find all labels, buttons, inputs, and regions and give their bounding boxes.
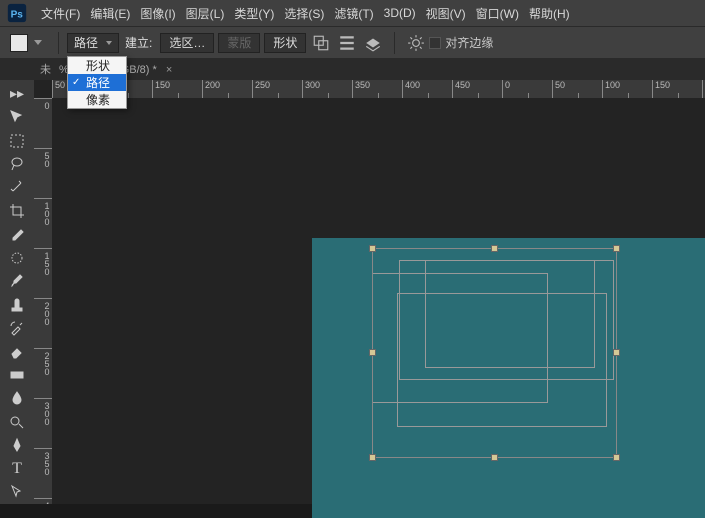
- tab-prefix: 未: [40, 61, 51, 77]
- transform-handle[interactable]: [369, 245, 376, 252]
- ruler-tick: 300: [34, 398, 52, 448]
- menu-select[interactable]: 选择(S): [279, 5, 329, 22]
- blur-tool-icon[interactable]: [3, 388, 31, 409]
- path-ops-icon[interactable]: [312, 34, 330, 52]
- dropdown-item-path[interactable]: ✓路径: [68, 74, 126, 91]
- menu-edit[interactable]: 编辑(E): [85, 5, 135, 22]
- type-tool-icon[interactable]: T: [3, 458, 31, 479]
- menu-window[interactable]: 窗口(W): [471, 5, 524, 22]
- eyedropper-tool-icon[interactable]: [3, 224, 31, 245]
- menu-help[interactable]: 帮助(H): [524, 5, 575, 22]
- transform-handle[interactable]: [613, 454, 620, 461]
- stamp-tool-icon[interactable]: [3, 294, 31, 315]
- mode-dropdown-menu: 形状 ✓路径 像素: [67, 56, 127, 109]
- options-bar: 路径 建立: 选区… 蒙版 形状 对齐边缘: [0, 26, 705, 58]
- ruler-tick: 350: [34, 448, 52, 498]
- menu-bar: Ps 文件(F) 编辑(E) 图像(I) 图层(L) 类型(Y) 选择(S) 滤…: [0, 0, 705, 26]
- brush-tool-icon[interactable]: [3, 271, 31, 292]
- arrange-icon[interactable]: [364, 34, 382, 52]
- marquee-tool-icon[interactable]: [3, 130, 31, 151]
- separator: [394, 32, 395, 54]
- path-select-tool-icon[interactable]: [3, 481, 31, 502]
- move-tool-icon[interactable]: [3, 106, 31, 127]
- dodge-tool-icon[interactable]: [3, 411, 31, 432]
- transform-handle[interactable]: [369, 454, 376, 461]
- transform-handle[interactable]: [369, 349, 376, 356]
- tool-panel: ▸▸ T: [0, 80, 34, 504]
- menu-view[interactable]: 视图(V): [421, 5, 471, 22]
- ruler-tick: 300: [302, 80, 352, 98]
- dropdown-item-shape[interactable]: 形状: [68, 57, 126, 74]
- align-edges-label: 对齐边缘: [445, 34, 493, 51]
- ruler-tick: 150: [652, 80, 702, 98]
- mask-button[interactable]: 蒙版: [218, 33, 260, 53]
- menu-3d[interactable]: 3D(D): [379, 6, 421, 20]
- close-icon[interactable]: ×: [166, 64, 172, 76]
- horizontal-ruler[interactable]: 50 100 150 200 250 300 350 400 450 0 50 …: [52, 80, 705, 98]
- tool-preset-icon[interactable]: [10, 34, 28, 52]
- align-edges-checkbox[interactable]: [429, 37, 441, 49]
- separator: [58, 32, 59, 54]
- transform-handle[interactable]: [613, 349, 620, 356]
- svg-text:Ps: Ps: [11, 10, 24, 21]
- ruler-tick: 150: [34, 248, 52, 298]
- transform-handle[interactable]: [491, 245, 498, 252]
- menu-image[interactable]: 图像(I): [135, 5, 180, 22]
- gradient-tool-icon[interactable]: [3, 364, 31, 385]
- align-icon[interactable]: [338, 34, 356, 52]
- ruler-tick: 150: [152, 80, 202, 98]
- document-canvas[interactable]: [312, 238, 705, 518]
- menu-layer[interactable]: 图层(L): [181, 5, 230, 22]
- ruler-tick: 400: [402, 80, 452, 98]
- heal-tool-icon[interactable]: [3, 247, 31, 268]
- mode-dropdown[interactable]: 路径: [67, 33, 119, 53]
- history-brush-tool-icon[interactable]: [3, 317, 31, 338]
- gear-icon[interactable]: [407, 34, 425, 52]
- build-label: 建立:: [125, 34, 152, 51]
- transform-handle[interactable]: [491, 454, 498, 461]
- mode-dropdown-label: 路径: [74, 34, 98, 51]
- expand-icon[interactable]: ▸▸: [3, 83, 31, 104]
- menu-file[interactable]: 文件(F): [36, 5, 85, 22]
- selection-bounding-box[interactable]: [372, 248, 617, 458]
- ruler-tick: 100: [602, 80, 652, 98]
- ruler-tick: 200: [34, 298, 52, 348]
- ruler-tick: 250: [252, 80, 302, 98]
- check-icon: ✓: [72, 77, 80, 88]
- pen-tool-icon[interactable]: [3, 435, 31, 456]
- ruler-tick: 350: [352, 80, 402, 98]
- ruler-tick: 100: [34, 198, 52, 248]
- wand-tool-icon[interactable]: [3, 177, 31, 198]
- ruler-tick: 50: [552, 80, 602, 98]
- ruler-tick: 0: [502, 80, 552, 98]
- menu-type[interactable]: 类型(Y): [229, 5, 279, 22]
- vertical-ruler[interactable]: 0 50 100 150 200 250 300 350 400: [34, 98, 52, 504]
- ruler-tick: 200: [202, 80, 252, 98]
- canvas-viewport[interactable]: [52, 98, 705, 504]
- tool-preset-arrow-icon[interactable]: [34, 40, 42, 45]
- lasso-tool-icon[interactable]: [3, 153, 31, 174]
- selection-button[interactable]: 选区…: [160, 33, 214, 53]
- menu-filter[interactable]: 滤镜(T): [329, 5, 378, 22]
- eraser-tool-icon[interactable]: [3, 341, 31, 362]
- shape-button[interactable]: 形状: [264, 33, 306, 53]
- dropdown-item-pixel[interactable]: 像素: [68, 91, 126, 108]
- canvas-area: 50 100 150 200 250 300 350 400 450 0 50 …: [34, 80, 705, 504]
- chevron-down-icon: [106, 41, 112, 45]
- ruler-tick: 450: [452, 80, 502, 98]
- crop-tool-icon[interactable]: [3, 200, 31, 221]
- ruler-tick: 0: [34, 98, 52, 148]
- ruler-tick: 400: [34, 498, 52, 504]
- app-logo-icon: Ps: [6, 4, 28, 22]
- ruler-tick: 50: [34, 148, 52, 198]
- workspace: ▸▸ T 50 100 150 200 250 300 350 400 450 …: [0, 80, 705, 504]
- transform-handle[interactable]: [613, 245, 620, 252]
- ruler-tick: 250: [34, 348, 52, 398]
